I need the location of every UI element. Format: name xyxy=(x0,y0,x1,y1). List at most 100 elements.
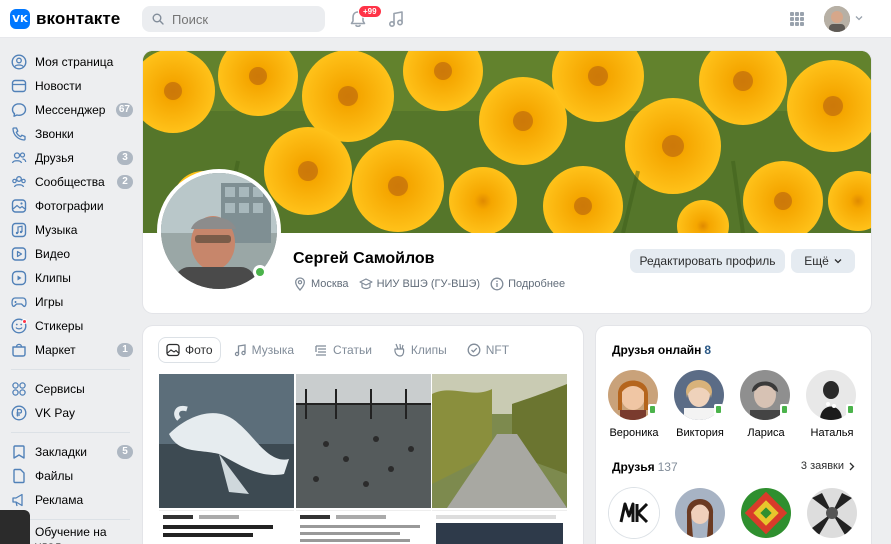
friend-avatar xyxy=(807,488,857,538)
friend-avatar xyxy=(741,488,791,538)
media-tabs: Фото Музыка Статьи Клипы NFT xyxy=(159,338,516,362)
sidebar-item-label: Файлы xyxy=(35,469,74,483)
sidebar-item-vkpay[interactable]: VK Pay xyxy=(0,401,140,425)
edit-profile-button[interactable]: Редактировать профиль xyxy=(630,249,785,273)
vk-logo[interactable]: VK вконтакте xyxy=(10,9,120,29)
profile-details-link[interactable]: Подробнее xyxy=(490,277,565,291)
sidebar-divider xyxy=(11,369,130,370)
photo-icon xyxy=(166,343,180,357)
search-icon xyxy=(152,13,164,25)
friend-mk[interactable] xyxy=(608,488,660,538)
sidebar-item-communities[interactable]: Сообщества 2 xyxy=(0,170,140,194)
photo-pond[interactable] xyxy=(295,374,431,508)
header-avatar[interactable] xyxy=(824,6,850,32)
sidebar-item-market[interactable]: Маркет 1 xyxy=(0,338,140,362)
sidebar-item-friends[interactable]: Друзья 3 xyxy=(0,146,140,170)
sidebar-item-label: Реклама xyxy=(35,493,84,507)
sidebar-item-label: Игры xyxy=(35,295,64,309)
sidebar-item-files[interactable]: Файлы xyxy=(0,464,140,488)
tab-label: Фото xyxy=(185,343,213,357)
friend-larisa[interactable]: Лариса xyxy=(740,370,792,439)
sidebar-item-label: Сервисы xyxy=(35,382,85,396)
phone-icon xyxy=(12,127,26,141)
friend-requests-link[interactable]: 3 заявки xyxy=(801,460,855,472)
profile-university[interactable]: НИУ ВШЭ (ГУ-ВШЭ) xyxy=(358,277,480,291)
video-icon xyxy=(11,247,27,261)
sidebar-item-messenger[interactable]: Мессенджер 67 xyxy=(0,98,140,122)
sidebar-item-video[interactable]: Видео xyxy=(0,242,140,266)
sidebar-item-bookmarks[interactable]: Закладки 5 xyxy=(0,440,140,464)
profile-card: Сергей Самойлов Москва НИУ ВШЭ (ГУ-ВШЭ) … xyxy=(143,51,871,313)
chevron-down-icon[interactable] xyxy=(855,14,863,22)
tab-label: Статьи xyxy=(333,343,372,357)
apps-grid-icon[interactable] xyxy=(790,12,804,26)
vkpay-icon xyxy=(11,405,27,421)
sidebar-item-label: Моя страница xyxy=(35,55,114,69)
more-button[interactable]: Ещё xyxy=(791,249,855,273)
friend-veronika[interactable]: Вероника xyxy=(608,370,660,439)
music-player-icon[interactable] xyxy=(386,9,406,29)
mobile-online-icon xyxy=(780,404,789,416)
bookmarks-count-badge: 5 xyxy=(117,445,133,459)
profile-name: Сергей Самойлов xyxy=(293,250,435,267)
sidebar: Моя страница Новости Мессенджер 67 Звонк… xyxy=(0,50,140,544)
location-pin-icon xyxy=(295,277,305,291)
bookmark-icon xyxy=(13,445,25,459)
photo-swan[interactable] xyxy=(159,374,294,508)
messenger-count-badge: 67 xyxy=(115,103,133,117)
friend-viktoria[interactable]: Виктория xyxy=(674,370,726,439)
sidebar-item-calls[interactable]: Звонки xyxy=(0,122,140,146)
chevron-down-icon xyxy=(834,259,842,264)
sidebar-item-music[interactable]: Музыка xyxy=(0,218,140,242)
friends-all-title[interactable]: Друзья 137 xyxy=(612,460,678,474)
profile-meta: Москва НИУ ВШЭ (ГУ-ВШЭ) Подробнее xyxy=(293,277,565,291)
sidebar-item-stickers[interactable]: Стикеры xyxy=(0,314,140,338)
tab-label: Музыка xyxy=(251,343,295,357)
tab-photos[interactable]: Фото xyxy=(159,338,220,362)
sidebar-item-news[interactable]: Новости xyxy=(0,74,140,98)
sidebar-item-photos[interactable]: Фотографии xyxy=(0,194,140,218)
sidebar-item-clips[interactable]: Клипы xyxy=(0,266,140,290)
city-label: Москва xyxy=(311,278,349,290)
friend-name: Лариса xyxy=(747,427,785,439)
news-icon xyxy=(11,79,27,93)
tab-clips[interactable]: Клипы xyxy=(385,338,454,362)
top-bar: VK вконтакте +99 xyxy=(0,0,891,38)
clips-icon xyxy=(394,343,405,357)
sidebar-item-label: Звонки xyxy=(35,127,74,141)
friend-abstract[interactable] xyxy=(806,488,858,538)
sidebar-item-label: Клипы xyxy=(35,271,71,285)
sidebar-item-games[interactable]: Игры xyxy=(0,290,140,314)
tab-nft[interactable]: NFT xyxy=(460,338,516,362)
tab-music[interactable]: Музыка xyxy=(226,338,301,362)
articles-icon xyxy=(315,345,327,356)
ads-icon xyxy=(12,493,23,507)
sidebar-item-label: Обучение на удал... xyxy=(35,525,107,544)
clips-icon xyxy=(11,270,27,286)
friend-pattern[interactable] xyxy=(740,488,792,538)
friends-icon xyxy=(11,152,27,164)
sidebar-item-ads[interactable]: Реклама xyxy=(0,488,140,512)
search-input[interactable] xyxy=(172,11,312,27)
vk-logo-icon: VK xyxy=(10,9,30,29)
sidebar-item-services[interactable]: Сервисы xyxy=(0,377,140,401)
sidebar-item-label: Видео xyxy=(35,247,71,261)
photo-article-2[interactable] xyxy=(295,509,431,544)
file-icon xyxy=(13,468,25,484)
sidebar-item-label: Стикеры xyxy=(35,319,84,333)
sidebar-item-my-page[interactable]: Моя страница xyxy=(0,50,140,74)
friend-avatar xyxy=(609,488,659,538)
details-label: Подробнее xyxy=(508,278,566,290)
friend-girl[interactable] xyxy=(674,488,726,538)
photo-road[interactable] xyxy=(432,374,567,508)
search-box[interactable] xyxy=(142,6,325,32)
market-count-badge: 1 xyxy=(117,343,133,357)
photo-article-1[interactable] xyxy=(159,509,294,544)
photo-article-3[interactable] xyxy=(432,509,567,544)
friend-natalya[interactable]: Наталья xyxy=(806,370,858,439)
media-card: Фото Музыка Статьи Клипы NFT xyxy=(143,326,583,544)
profile-city[interactable]: Москва xyxy=(293,277,349,291)
friends-online-title[interactable]: Друзья онлайн 8 xyxy=(612,343,711,357)
mobile-online-icon xyxy=(648,404,657,416)
tab-articles[interactable]: Статьи xyxy=(307,338,379,362)
